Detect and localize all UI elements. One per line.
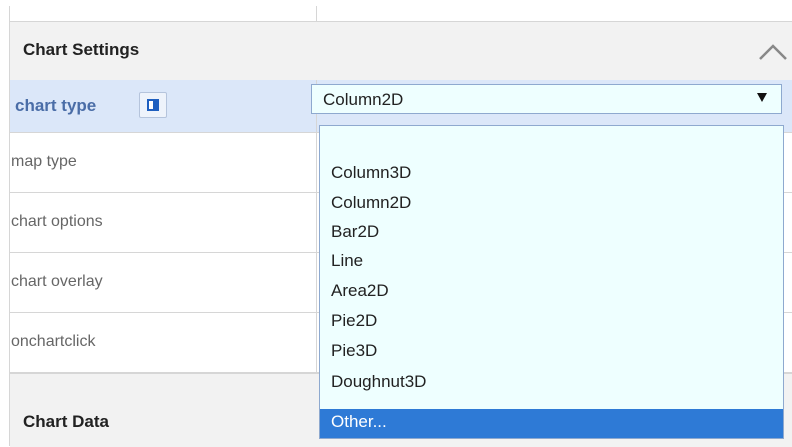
chevron-up-icon[interactable]: [753, 35, 792, 65]
option-pie2d[interactable]: Pie2D: [320, 308, 783, 337]
option-other[interactable]: Other...: [320, 409, 783, 438]
chart-data-title: Chart Data: [23, 412, 109, 431]
chart-options-label: chart options: [11, 213, 103, 230]
option-area2d[interactable]: Area2D: [320, 278, 783, 307]
chart-settings-header[interactable]: Chart Settings: [10, 21, 792, 81]
toggle-panel-icon[interactable]: [139, 92, 167, 118]
chart-overlay-label: chart overlay: [11, 273, 103, 290]
chart-type-dropdown-list[interactable]: Column3D Column2D Bar2D Line Area2D Pie2…: [319, 125, 784, 439]
option-doughnut3d[interactable]: Doughnut3D: [320, 369, 783, 398]
chart-settings-title: Chart Settings: [23, 40, 140, 59]
option-column3d[interactable]: Column3D: [320, 160, 783, 189]
option-bar2d[interactable]: Bar2D: [320, 219, 783, 248]
option-line[interactable]: Line: [320, 248, 783, 277]
option-pie3d[interactable]: Pie3D: [320, 338, 783, 367]
map-type-label: map type: [11, 153, 77, 170]
option-blank[interactable]: [320, 126, 783, 155]
option-column2d[interactable]: Column2D: [320, 190, 783, 219]
dropdown-arrow-icon[interactable]: [757, 93, 767, 102]
chart-type-select[interactable]: Column2D: [311, 84, 782, 114]
chart-type-label: chart type: [15, 96, 97, 115]
chart-type-selected-value: Column2D: [323, 90, 404, 109]
top-strip: [10, 6, 792, 21]
onchartclick-label: onchartclick: [11, 333, 96, 350]
